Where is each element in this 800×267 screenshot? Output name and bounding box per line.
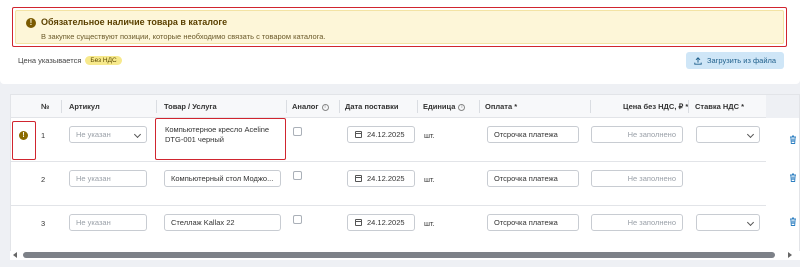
col-unit: Единица i [423, 95, 466, 118]
price-field[interactable]: Не заполнено [591, 170, 683, 187]
calendar-icon [355, 131, 362, 138]
alert-text: В закупке существуют позиции, которые не… [41, 32, 326, 41]
payment-field[interactable]: Отсрочка платежа [487, 126, 579, 143]
delivery-date-field[interactable]: 24.12.2025 [347, 126, 415, 143]
actions-header [766, 95, 799, 118]
calendar-icon [355, 175, 362, 182]
upload-icon [694, 56, 702, 65]
article-select[interactable]: Не указан [69, 126, 147, 143]
price-mode: Цена указывается Без НДС [18, 56, 122, 65]
payment-field[interactable]: Отсрочка платежа [487, 170, 579, 187]
delivery-date-value: 24.12.2025 [367, 130, 405, 139]
col-price: Цена без НДС, ₽ * [623, 102, 689, 111]
delivery-date-field[interactable]: 24.12.2025 [347, 214, 415, 231]
col-num: № [41, 102, 50, 111]
col-divider[interactable] [590, 100, 591, 113]
row-warning-highlight [12, 121, 36, 160]
col-payment: Оплата * [485, 102, 518, 111]
col-unit-label: Единица [423, 102, 456, 111]
col-divider[interactable] [61, 100, 62, 113]
col-article: Артикул [69, 102, 100, 111]
col-divider[interactable] [417, 100, 418, 113]
catalog-alert: ! Обязательное наличие товара в каталоге… [15, 10, 784, 44]
alert-title: Обязательное наличие товара в каталоге [41, 17, 228, 27]
price-mode-label: Цена указывается [18, 56, 82, 65]
scrollbar-thumb[interactable] [23, 252, 775, 258]
upload-from-file-button[interactable]: Загрузить из файла [686, 52, 784, 69]
table-row: 2 Не указан Компьютерный стол Моджо... 2… [11, 162, 766, 206]
row-number: 3 [41, 219, 46, 228]
unit-value: шт. [424, 219, 435, 228]
row-number: 2 [41, 175, 46, 184]
delivery-date-value: 24.12.2025 [367, 174, 405, 183]
col-divider[interactable] [286, 100, 287, 113]
col-divider[interactable] [688, 100, 689, 113]
col-vat: Ставка НДС * [695, 102, 745, 111]
table-header: № Артикул Товар / Услуга Аналог i Дата по… [11, 95, 799, 118]
calendar-icon [355, 219, 362, 226]
chevron-down-icon [746, 218, 755, 227]
top-panel: ! Обязательное наличие товара в каталоге… [0, 0, 800, 84]
article-field[interactable]: Не указан [69, 170, 147, 187]
vat-badge: Без НДС [85, 56, 122, 65]
col-divider[interactable] [156, 100, 157, 113]
chevron-down-icon [133, 130, 142, 139]
unit-value: шт. [424, 131, 435, 140]
row-number: 1 [41, 131, 46, 140]
scroll-right-arrow-icon[interactable] [788, 252, 792, 258]
table-row: ! 1 Не указан Компьютерное кресло Acelin… [11, 118, 766, 162]
col-product: Товар / Услуга [164, 102, 217, 111]
scroll-left-arrow-icon[interactable] [13, 252, 17, 258]
analog-checkbox[interactable] [293, 215, 302, 224]
chevron-down-icon [746, 130, 755, 139]
upload-button-label: Загрузить из файла [706, 56, 777, 65]
vat-select[interactable] [696, 126, 760, 143]
items-table: № Артикул Товар / Услуга Аналог i Дата по… [10, 94, 800, 260]
article-field[interactable]: Не указан [69, 214, 147, 231]
info-icon[interactable]: i [458, 103, 466, 111]
col-analog-label: Аналог [292, 102, 319, 111]
table-row: 3 Не указан Стеллаж Kallax 22 24.12.2025… [11, 206, 766, 250]
article-value: Не указан [76, 130, 111, 139]
trash-icon[interactable] [789, 135, 797, 144]
analog-checkbox[interactable] [293, 171, 302, 180]
product-field[interactable]: Компьютерное кресло Aceline DTG-001 черн… [159, 122, 282, 156]
col-analog: Аналог i [292, 95, 329, 118]
info-icon[interactable]: i [321, 103, 329, 111]
delivery-date-field[interactable]: 24.12.2025 [347, 170, 415, 187]
trash-icon[interactable] [789, 217, 797, 226]
col-divider[interactable] [339, 100, 340, 113]
product-field[interactable]: Компьютерный стол Моджо... [164, 170, 281, 187]
vat-select[interactable] [696, 214, 760, 231]
delivery-date-value: 24.12.2025 [367, 218, 405, 227]
col-delivery-date: Дата поставки [345, 102, 399, 111]
analog-checkbox[interactable] [293, 127, 302, 136]
price-field[interactable]: Не заполнено [591, 126, 683, 143]
trash-icon[interactable] [789, 173, 797, 182]
unit-value: шт. [424, 175, 435, 184]
alert-highlight: ! Обязательное наличие товара в каталоге… [12, 7, 787, 47]
price-field[interactable]: Не заполнено [591, 214, 683, 231]
product-field[interactable]: Стеллаж Kallax 22 [164, 214, 281, 231]
col-divider[interactable] [479, 100, 480, 113]
horizontal-scrollbar[interactable] [10, 251, 800, 260]
warning-icon: ! [26, 18, 36, 28]
warning-icon[interactable]: ! [19, 131, 28, 140]
payment-field[interactable]: Отсрочка платежа [487, 214, 579, 231]
